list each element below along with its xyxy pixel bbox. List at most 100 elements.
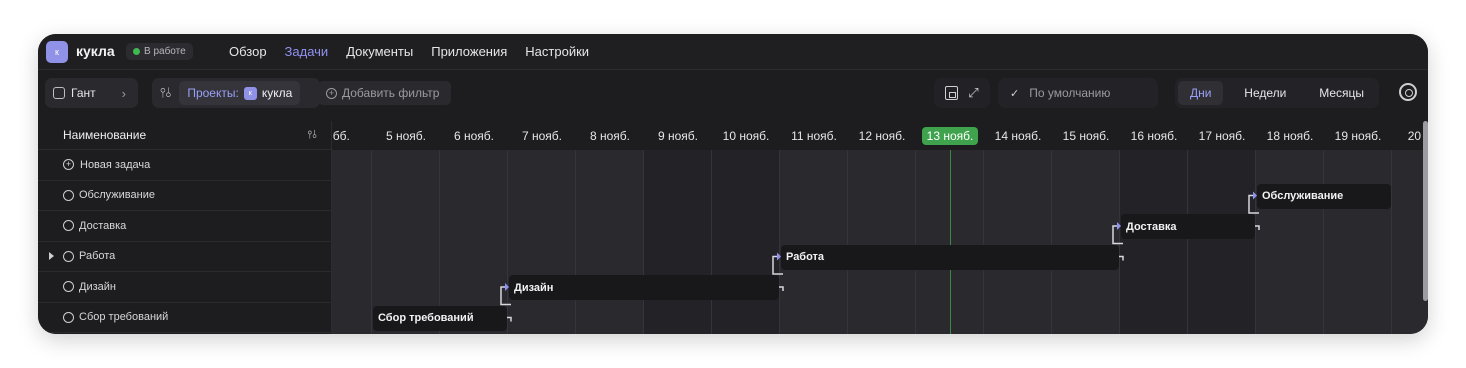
toolbar: Гант › ⫯⫰ Проекты: к кукла + Добавить фи… [38,71,1428,121]
day-label: 5 нояб. [385,128,426,143]
period-days[interactable]: Дни [1178,81,1224,105]
task-status-icon[interactable] [63,250,74,262]
gear-icon[interactable] [1399,83,1417,101]
day-label: 19 нояб. [1334,128,1382,143]
task-status-icon[interactable] [63,311,74,323]
period-switch: Дни Недели Месяцы [1175,78,1379,108]
filter-group: ⫯⫰ Проекты: к кукла [152,78,320,108]
task-status-icon[interactable] [63,189,74,201]
filter-project-value: кукла [261,86,293,100]
task-bar[interactable]: Доставка [1121,214,1255,239]
view-switch-button[interactable]: Гант › [45,78,138,108]
period-months[interactable]: Месяцы [1307,81,1376,105]
day-header: 15 нояб. [1052,121,1120,150]
day-label: 14 нояб. [994,128,1042,143]
task-row[interactable]: Сбор требований [38,303,331,333]
day-header: 19 нояб. [1324,121,1392,150]
nav-documents[interactable]: Документы [346,44,413,59]
task-row[interactable]: Обслуживание [38,181,331,211]
save-icon[interactable] [945,86,959,100]
day-label: 10 нояб. [722,128,770,143]
day-label: 6 нояб. [453,128,494,143]
task-bar[interactable]: Работа [781,244,1119,270]
project-avatar[interactable]: к [46,41,68,63]
main-nav: Обзор Задачи Документы Приложения Настро… [229,44,589,59]
vertical-scrollbar[interactable] [1423,121,1428,301]
period-weeks[interactable]: Недели [1232,81,1298,105]
task-name: Обслуживание [79,189,155,202]
task-status-icon[interactable] [63,281,74,293]
day-header: 14 нояб. [984,121,1052,150]
task-name: Доставка [79,219,127,232]
day-header: 17 нояб. [1188,121,1256,150]
status-badge[interactable]: В работе [126,43,193,60]
task-name: Сбор требований [79,311,169,324]
column-settings-icon[interactable]: ⫯⫰ [307,129,317,142]
task-bar[interactable]: Дизайн [509,275,779,300]
task-list-header: Наименование ⫯⫰ [38,121,331,150]
add-filter-button[interactable]: + Добавить фильтр [318,81,451,105]
status-dot-icon [133,48,140,55]
task-row[interactable]: Доставка [38,211,331,242]
task-status-icon[interactable] [63,220,74,232]
project-filter-chip[interactable]: Проекты: к кукла [179,81,301,105]
day-label: 17 нояб. [1198,128,1246,143]
plus-circle-icon: + [63,159,74,171]
day-label: ябб. [332,128,350,143]
day-label: 9 нояб. [657,128,698,143]
day-header: 18 нояб. [1256,121,1324,150]
day-label: 8 нояб. [589,128,630,143]
check-icon: ✓ [1010,87,1020,100]
day-header: 8 нояб. [576,121,644,150]
day-header: 7 нояб. [508,121,576,150]
status-label: В работе [144,46,186,57]
day-header: 11 нояб. [780,121,848,150]
day-label: 7 нояб. [521,128,562,143]
new-task-label: Новая задача [80,158,151,171]
task-bar[interactable]: Сбор требований [373,305,507,331]
plus-icon: + [326,87,337,99]
day-header: 5 нояб. [372,121,440,150]
task-name: Дизайн [79,280,116,293]
task-row[interactable]: Дизайн [38,272,331,303]
day-header-today: 13 нояб. [916,121,984,150]
saved-view-select[interactable]: ✓ По умолчанию [998,78,1158,108]
gantt-timeline: ябб. 5 нояб. 6 нояб. 7 нояб. 8 нояб. 9 нояб. 1… [332,121,1428,334]
filter-prefix: Проекты: [187,86,239,100]
expand-caret-icon[interactable] [49,251,54,260]
day-header: ябб. [332,121,372,150]
filter-project-avatar: к [243,86,257,100]
day-label: 12 нояб. [858,128,906,143]
app-window: к кукла В работе Обзор Задачи Документы … [38,34,1428,334]
task-name: Работа [79,250,116,263]
day-header: 9 нояб. [644,121,712,150]
day-header: 12 нояб. [848,121,916,150]
expand-icon[interactable]: ⤢ [968,85,978,101]
new-task-row[interactable]: + Новая задача [38,150,331,181]
task-bar[interactable]: Обслуживание [1257,183,1391,209]
nav-settings[interactable]: Настройки [525,44,589,59]
task-list: Наименование ⫯⫰ + Новая задача Обслужива… [38,121,332,334]
gantt-icon [53,87,65,99]
day-header: 6 нояб. [440,121,508,150]
project-name[interactable]: кукла [76,43,115,59]
saved-view-label: По умолчанию [1029,86,1111,100]
view-label: Гант [71,86,96,100]
chevron-right-icon: › [121,85,126,101]
day-header: 16 нояб. [1120,121,1188,150]
view-actions: ⤢ [934,78,990,108]
nav-overview[interactable]: Обзор [229,44,267,59]
day-label: 13 нояб. [921,126,979,145]
name-column-header[interactable]: Наименование [63,128,146,142]
day-label: 15 нояб. [1062,128,1110,143]
day-label: 11 нояб. [791,128,837,143]
day-header: 10 нояб. [712,121,780,150]
day-label: 18 нояб. [1266,128,1314,143]
dependency-links [500,191,1260,322]
nav-tasks[interactable]: Задачи [285,44,329,59]
top-bar: к кукла В работе Обзор Задачи Документы … [38,34,1428,70]
filter-sliders-icon[interactable]: ⫯⫰ [160,85,171,101]
task-row[interactable]: Работа [38,242,331,272]
nav-apps[interactable]: Приложения [431,44,507,59]
add-filter-label: Добавить фильтр [342,86,440,100]
